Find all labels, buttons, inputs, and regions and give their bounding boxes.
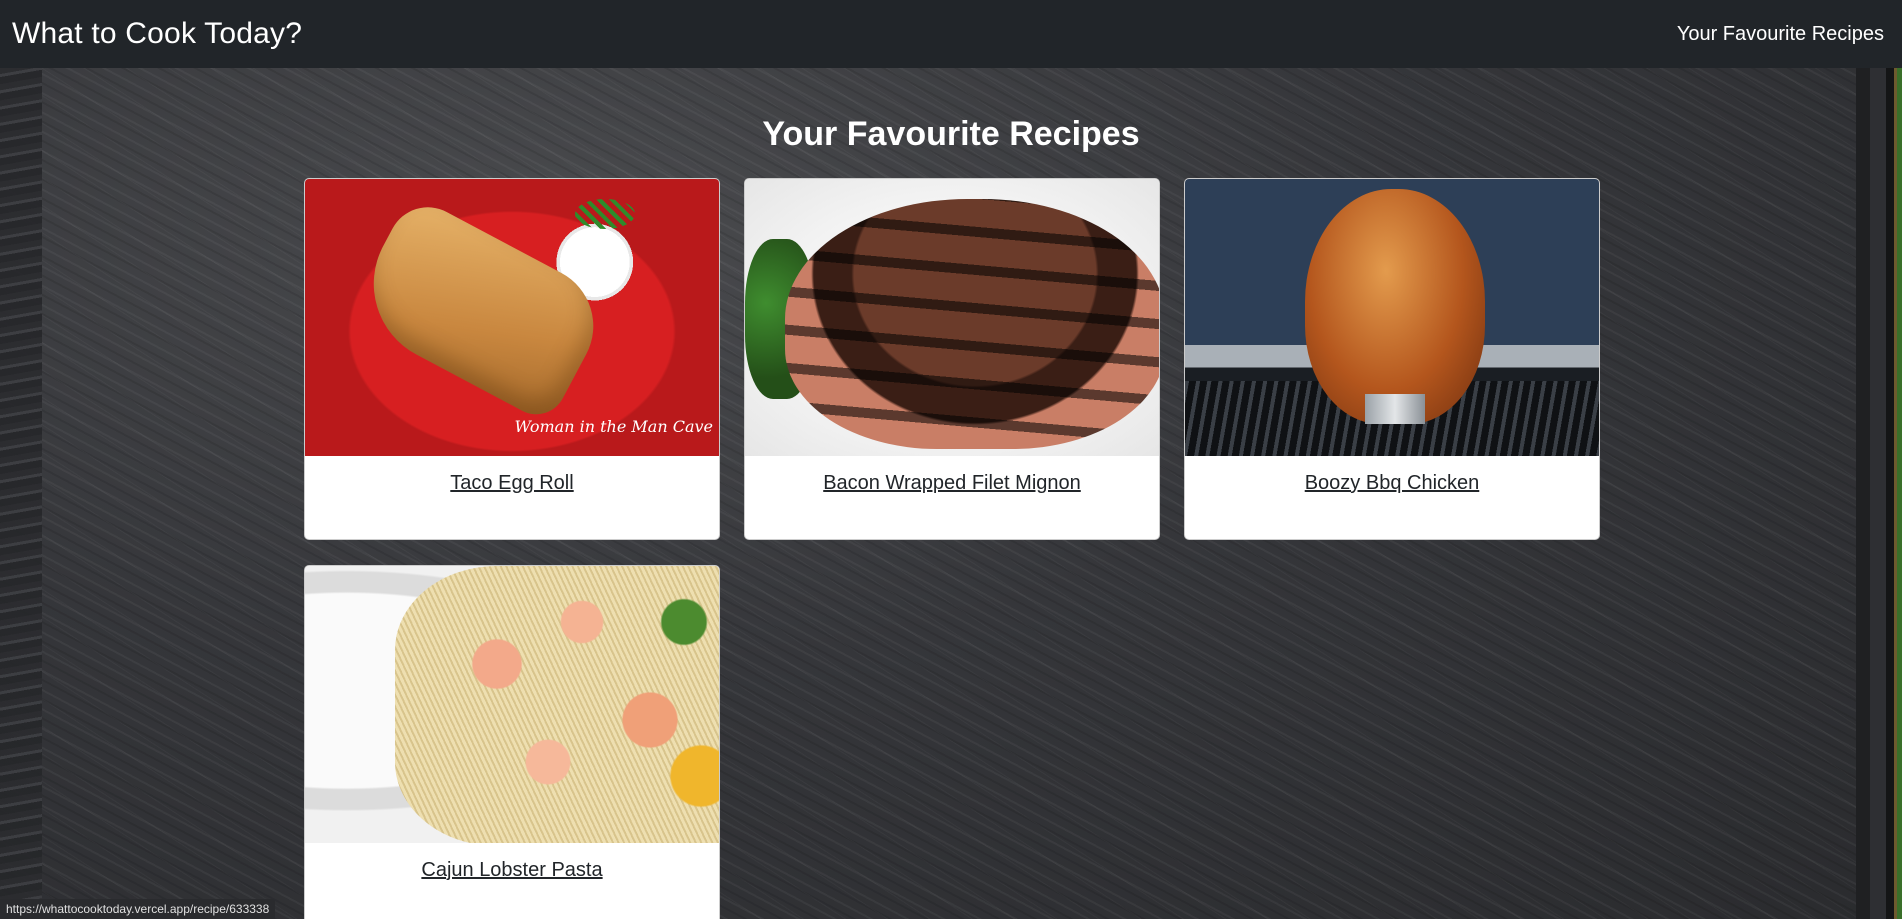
pasta-shape — [395, 566, 719, 843]
recipe-card[interactable]: Cajun Lobster Pasta — [304, 565, 720, 919]
recipe-image[interactable] — [305, 566, 719, 843]
can-shape — [1365, 394, 1425, 424]
filet-shape — [785, 199, 1159, 449]
egg-roll-shape — [345, 193, 615, 425]
recipe-title-link[interactable]: Bacon Wrapped Filet Mignon — [823, 472, 1081, 539]
recipe-image[interactable] — [745, 179, 1159, 456]
background-edge-right — [1856, 68, 1902, 919]
image-watermark: Woman in the Man Cave — [514, 417, 714, 436]
chicken-shape — [1305, 189, 1485, 424]
card-body: Cajun Lobster Pasta — [305, 843, 719, 919]
card-body: Taco Egg Roll — [305, 456, 719, 539]
recipe-title-link[interactable]: Taco Egg Roll — [450, 472, 573, 539]
recipe-card[interactable]: Woman in the Man Cave Taco Egg Roll — [304, 178, 720, 540]
recipe-grid: Woman in the Man Cave Taco Egg Roll Baco… — [304, 178, 1600, 919]
recipe-image[interactable] — [1185, 179, 1599, 456]
recipe-card[interactable]: Bacon Wrapped Filet Mignon — [744, 178, 1160, 540]
recipe-image[interactable]: Woman in the Man Cave — [305, 179, 719, 456]
background-edge-left — [0, 68, 42, 919]
card-body: Bacon Wrapped Filet Mignon — [745, 456, 1159, 539]
nav-link-favourites[interactable]: Your Favourite Recipes — [1677, 23, 1884, 46]
brand-title[interactable]: What to Cook Today? — [12, 17, 302, 51]
status-bar-url: https://whattocooktoday.vercel.app/recip… — [0, 899, 276, 919]
recipe-title-link[interactable]: Boozy Bbq Chicken — [1305, 472, 1480, 539]
card-body: Boozy Bbq Chicken — [1185, 456, 1599, 539]
slate-background: Your Favourite Recipes Woman in the Man … — [0, 68, 1902, 919]
recipe-title-link[interactable]: Cajun Lobster Pasta — [421, 859, 602, 919]
top-navbar: What to Cook Today? Your Favourite Recip… — [0, 0, 1902, 68]
garnish-shape — [575, 199, 635, 229]
page-title: Your Favourite Recipes — [762, 115, 1140, 153]
recipe-card[interactable]: Boozy Bbq Chicken — [1184, 178, 1600, 540]
